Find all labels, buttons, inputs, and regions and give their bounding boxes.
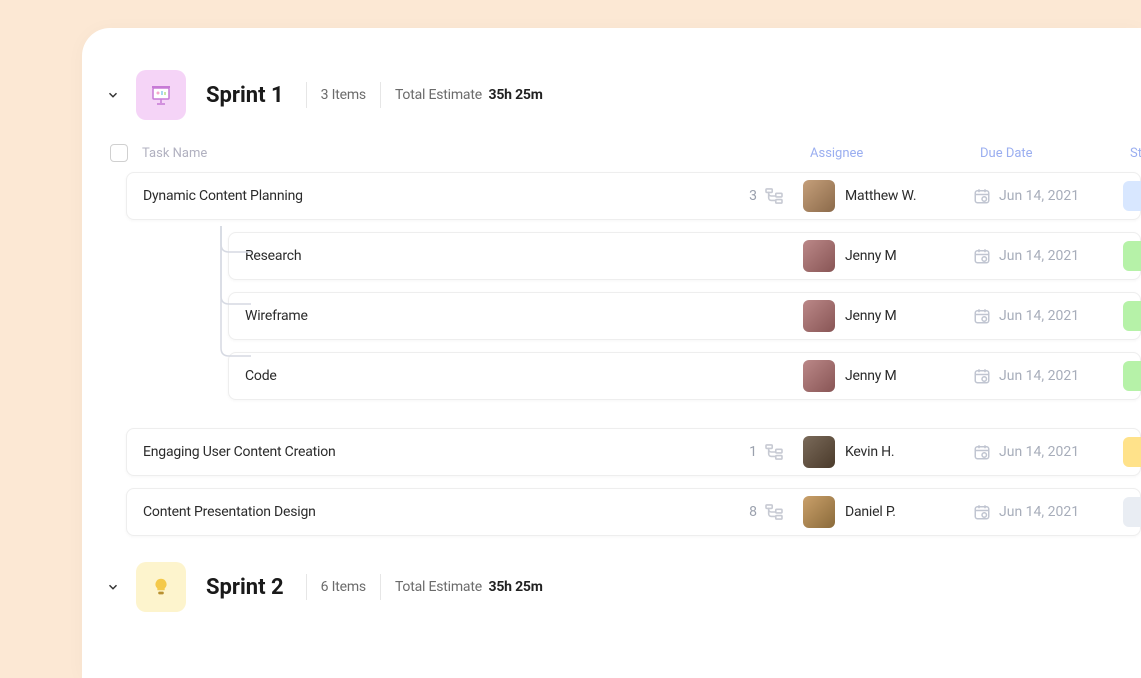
table-row[interactable]: Wireframe Jenny M Jun 14, 2021 xyxy=(228,292,1141,340)
assignee-name: Kevin H. xyxy=(845,444,894,460)
due-date: Jun 14, 2021 xyxy=(999,444,1079,460)
due-date: Jun 14, 2021 xyxy=(999,188,1079,204)
table-row[interactable]: Content Presentation Design 8 Daniel P. … xyxy=(126,488,1141,536)
assignee-name: Jenny M xyxy=(845,248,897,264)
assignee-cell[interactable]: Jenny M xyxy=(803,240,973,272)
sprint-icon xyxy=(136,70,186,120)
sprint-icon xyxy=(136,562,186,612)
subtask-tree-icon xyxy=(765,504,783,520)
chevron-down-icon[interactable] xyxy=(104,86,122,104)
divider xyxy=(380,574,381,600)
calendar-icon xyxy=(973,503,991,521)
due-date-cell[interactable]: Jun 14, 2021 xyxy=(973,443,1123,461)
calendar-icon xyxy=(973,247,991,265)
avatar xyxy=(803,300,835,332)
subtask-tree-icon xyxy=(765,444,783,460)
sprint-title[interactable]: Sprint 1 xyxy=(206,83,284,108)
due-date: Jun 14, 2021 xyxy=(999,308,1079,324)
task-name: Code xyxy=(245,368,277,384)
status-badge[interactable] xyxy=(1123,301,1141,331)
task-name: Research xyxy=(245,248,301,264)
table-row[interactable]: Research Jenny M Jun 14, 2021 xyxy=(228,232,1141,280)
status-badge[interactable] xyxy=(1123,181,1141,211)
assignee-cell[interactable]: Kevin H. xyxy=(803,436,973,468)
divider xyxy=(306,82,307,108)
status-badge[interactable] xyxy=(1123,241,1141,271)
assignee-name: Matthew W. xyxy=(845,188,916,204)
status-badge[interactable] xyxy=(1123,361,1141,391)
subtask-tree-icon xyxy=(765,188,783,204)
sprint-header: Sprint 2 6 Items Total Estimate 35h 25m xyxy=(102,562,1141,612)
due-date: Jun 14, 2021 xyxy=(999,368,1079,384)
avatar xyxy=(803,360,835,392)
estimate-value: 35h 25m xyxy=(488,87,542,103)
divider xyxy=(380,82,381,108)
chevron-down-icon[interactable] xyxy=(104,578,122,596)
due-date: Jun 14, 2021 xyxy=(999,248,1079,264)
items-count: 3 Items xyxy=(321,87,366,103)
subtask-count[interactable]: 8 xyxy=(749,504,783,520)
task-name: Engaging User Content Creation xyxy=(143,444,336,460)
assignee-name: Daniel P. xyxy=(845,504,896,520)
app-panel: Sprint 1 3 Items Total Estimate 35h 25m … xyxy=(82,28,1141,678)
task-name: Content Presentation Design xyxy=(143,504,316,520)
calendar-icon xyxy=(973,187,991,205)
sprint-title[interactable]: Sprint 2 xyxy=(206,575,284,600)
due-date-cell[interactable]: Jun 14, 2021 xyxy=(973,503,1123,521)
sprint-header: Sprint 1 3 Items Total Estimate 35h 25m xyxy=(102,70,1141,120)
total-estimate: Total Estimate 35h 25m xyxy=(395,579,543,595)
column-assignee: Assignee xyxy=(810,146,980,161)
due-date-cell[interactable]: Jun 14, 2021 xyxy=(973,187,1123,205)
assignee-cell[interactable]: Jenny M xyxy=(803,300,973,332)
avatar xyxy=(803,496,835,528)
avatar xyxy=(803,240,835,272)
assignee-name: Jenny M xyxy=(845,368,897,384)
estimate-label: Total Estimate xyxy=(395,579,482,595)
calendar-icon xyxy=(973,443,991,461)
calendar-icon xyxy=(973,367,991,385)
table-row[interactable]: Engaging User Content Creation 1 Kevin H… xyxy=(126,428,1141,476)
status-badge[interactable] xyxy=(1123,497,1141,527)
status-badge[interactable]: In xyxy=(1123,437,1141,467)
due-date-cell[interactable]: Jun 14, 2021 xyxy=(973,307,1123,325)
divider xyxy=(306,574,307,600)
table-row[interactable]: Code Jenny M Jun 14, 2021 xyxy=(228,352,1141,400)
due-date: Jun 14, 2021 xyxy=(999,504,1079,520)
task-name: Dynamic Content Planning xyxy=(143,188,303,204)
subtask-group: Research Jenny M Jun 14, 2021 Wireframe … xyxy=(126,232,1141,400)
assignee-name: Jenny M xyxy=(845,308,897,324)
table-row[interactable]: Dynamic Content Planning 3 Matthew W. Ju… xyxy=(126,172,1141,220)
calendar-icon xyxy=(973,307,991,325)
column-status: Stat xyxy=(1130,146,1141,161)
estimate-value: 35h 25m xyxy=(488,579,542,595)
task-list: Dynamic Content Planning 3 Matthew W. Ju… xyxy=(102,172,1141,536)
assignee-cell[interactable]: Jenny M xyxy=(803,360,973,392)
avatar xyxy=(803,436,835,468)
assignee-cell[interactable]: Daniel P. xyxy=(803,496,973,528)
avatar xyxy=(803,180,835,212)
due-date-cell[interactable]: Jun 14, 2021 xyxy=(973,367,1123,385)
subtask-count[interactable]: 3 xyxy=(749,188,783,204)
column-task: Task Name xyxy=(142,146,207,161)
column-headers: Task Name Assignee Due Date Stat xyxy=(102,144,1141,162)
select-all-checkbox[interactable] xyxy=(110,144,128,162)
estimate-label: Total Estimate xyxy=(395,87,482,103)
items-count: 6 Items xyxy=(321,579,366,595)
due-date-cell[interactable]: Jun 14, 2021 xyxy=(973,247,1123,265)
subtask-count[interactable]: 1 xyxy=(749,444,783,460)
task-name: Wireframe xyxy=(245,308,308,324)
total-estimate: Total Estimate 35h 25m xyxy=(395,87,543,103)
assignee-cell[interactable]: Matthew W. xyxy=(803,180,973,212)
column-due: Due Date xyxy=(980,146,1130,161)
